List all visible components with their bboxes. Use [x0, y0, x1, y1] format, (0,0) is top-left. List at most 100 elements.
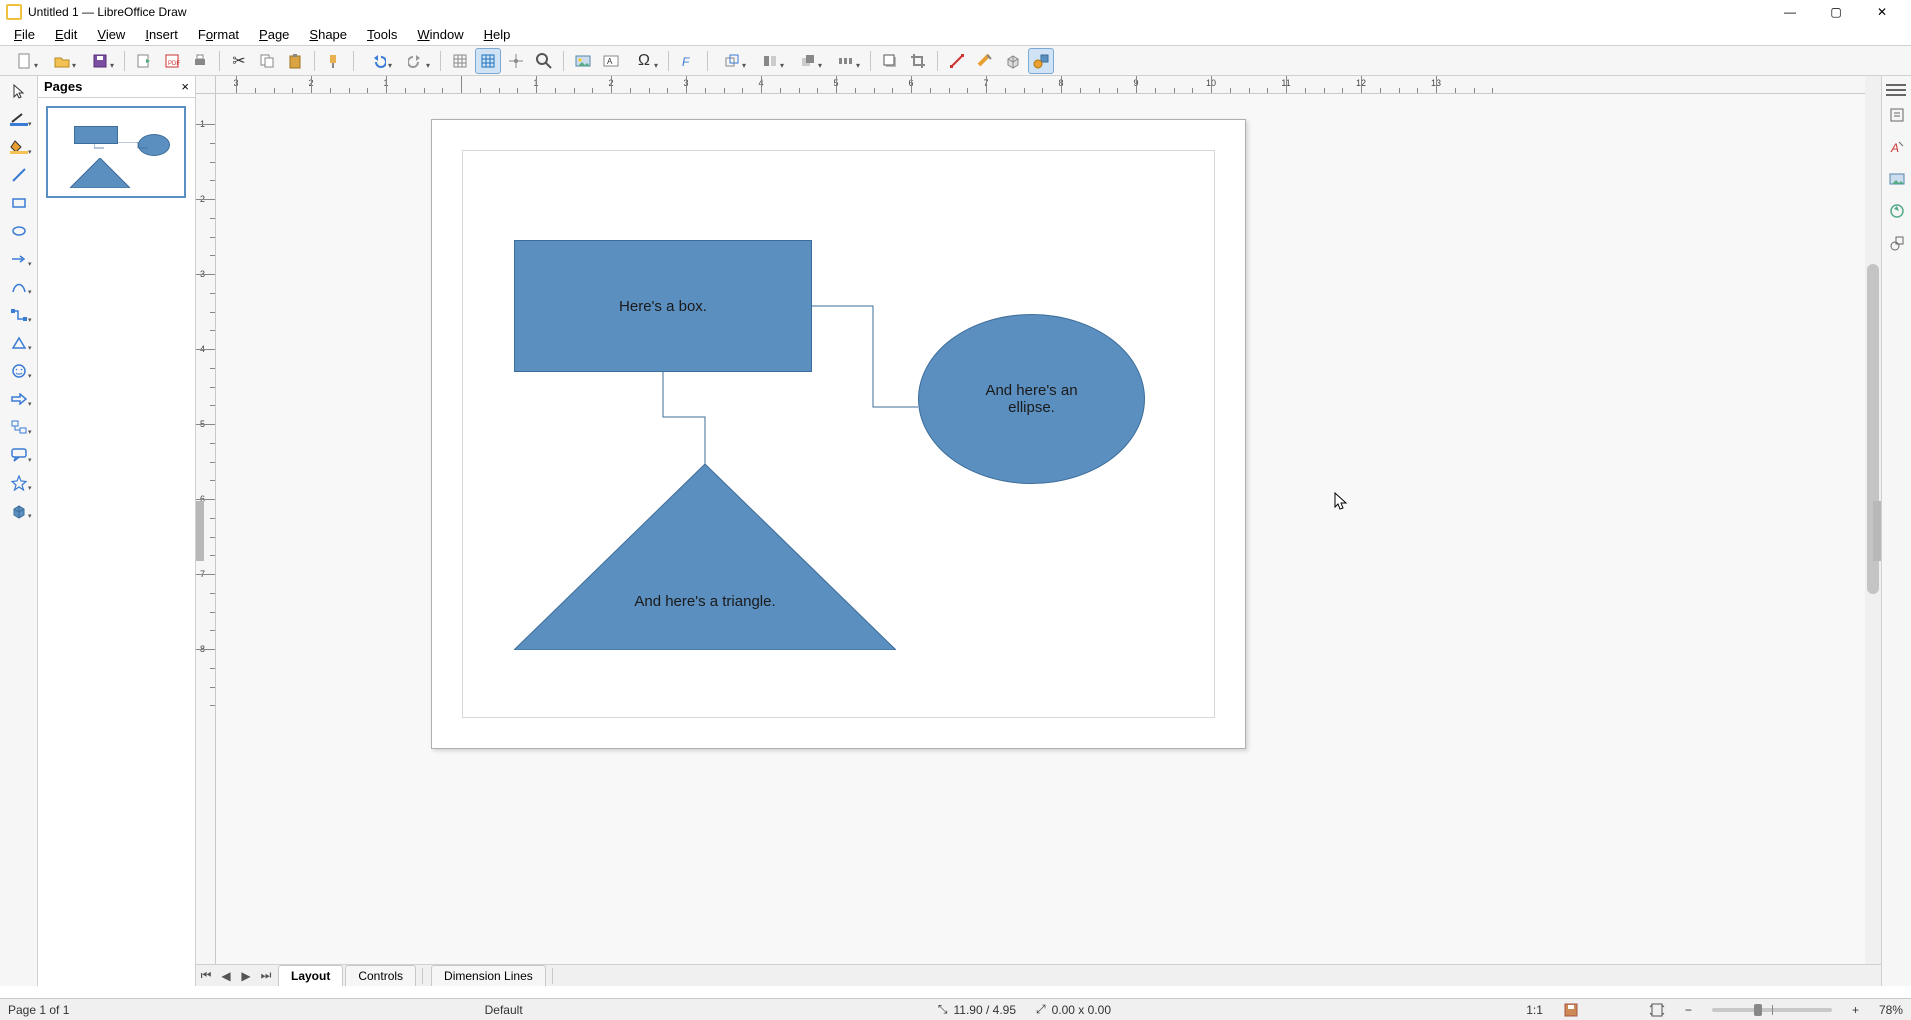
select-tool[interactable]: [4, 80, 34, 102]
page-viewport[interactable]: Here's a box. And here's an ellipse. And…: [216, 94, 1865, 970]
window-title: Untitled 1 — LibreOffice Draw: [28, 5, 187, 19]
zoom-slider[interactable]: [1712, 1008, 1832, 1012]
position-icon: ⤡: [938, 1002, 948, 1017]
sidebar-properties-icon[interactable]: [1886, 104, 1908, 126]
right-splitter-grip[interactable]: [1873, 501, 1881, 561]
rectangle-tool[interactable]: [4, 192, 34, 214]
menu-edit[interactable]: Edit: [47, 25, 85, 44]
pages-panel-close-icon[interactable]: ×: [181, 79, 189, 94]
minimize-button[interactable]: —: [1767, 0, 1813, 24]
ellipse-tool[interactable]: [4, 220, 34, 242]
fit-page-icon[interactable]: [1649, 1002, 1665, 1018]
fill-color-tool[interactable]: [4, 136, 34, 158]
page-thumbnail-1[interactable]: 1: [46, 106, 187, 198]
basic-shapes-tool[interactable]: [4, 332, 34, 354]
sidebar-gallery-icon[interactable]: [1886, 168, 1908, 190]
tab-nav-first[interactable]: ⏮: [196, 966, 216, 986]
fontwork-button[interactable]: F: [675, 48, 701, 74]
shape-triangle[interactable]: And here's a triangle.: [514, 464, 896, 650]
insert-image-button[interactable]: [570, 48, 596, 74]
arrow-tool[interactable]: [4, 248, 34, 270]
gluepoints-button[interactable]: [972, 48, 998, 74]
insert-special-char-button[interactable]: Ω: [626, 48, 662, 74]
tab-layout[interactable]: Layout: [278, 965, 343, 986]
open-button[interactable]: [44, 48, 80, 74]
menu-view[interactable]: View: [89, 25, 133, 44]
crop-button[interactable]: [905, 48, 931, 74]
save-button[interactable]: [82, 48, 118, 74]
tab-nav-next[interactable]: ▶: [236, 966, 256, 986]
paste-button[interactable]: [282, 48, 308, 74]
maximize-button[interactable]: ▢: [1813, 0, 1859, 24]
grid-button[interactable]: [447, 48, 473, 74]
new-button[interactable]: [6, 48, 42, 74]
print-button[interactable]: [187, 48, 213, 74]
sidebar-navigator-icon[interactable]: [1886, 200, 1908, 222]
menu-insert[interactable]: Insert: [137, 25, 186, 44]
pages-panel-title: Pages: [44, 79, 82, 94]
shape-rectangle-text: Here's a box.: [619, 298, 707, 315]
sidebar-settings-icon[interactable]: [1886, 82, 1906, 98]
connector-tool[interactable]: [4, 304, 34, 326]
status-style[interactable]: Default: [485, 1003, 523, 1017]
draw-functions-button[interactable]: [1028, 48, 1054, 74]
edit-points-button[interactable]: [944, 48, 970, 74]
menu-format[interactable]: Format: [190, 25, 247, 44]
transform-button[interactable]: [714, 48, 750, 74]
menu-window[interactable]: Window: [409, 25, 471, 44]
tab-nav-prev[interactable]: ◀: [216, 966, 236, 986]
callout-tool[interactable]: [4, 444, 34, 466]
extrusion-button[interactable]: [1000, 48, 1026, 74]
shadow-button[interactable]: [877, 48, 903, 74]
status-page[interactable]: Page 1 of 1: [8, 1003, 69, 1017]
sidebar-styles-icon[interactable]: A: [1886, 136, 1908, 158]
snap-grid-button[interactable]: [475, 48, 501, 74]
copy-button[interactable]: [254, 48, 280, 74]
shape-ellipse[interactable]: And here's an ellipse.: [918, 314, 1145, 484]
status-size: ⤢ 0.00 x 0.00: [1036, 1002, 1111, 1017]
ruler-corner: [196, 76, 216, 94]
line-tool[interactable]: [4, 164, 34, 186]
status-save-icon[interactable]: [1563, 1002, 1579, 1018]
zoom-button[interactable]: [531, 48, 557, 74]
tab-nav-last[interactable]: ⏭: [256, 966, 276, 986]
clone-format-button[interactable]: [321, 48, 347, 74]
horizontal-ruler[interactable]: 32112345678910111213: [216, 76, 1865, 94]
export-button[interactable]: [131, 48, 157, 74]
flowchart-tool[interactable]: [4, 416, 34, 438]
line-color-tool[interactable]: [4, 108, 34, 130]
tab-controls[interactable]: Controls: [345, 965, 416, 986]
3d-objects-tool[interactable]: [4, 500, 34, 522]
align-button[interactable]: [752, 48, 788, 74]
left-splitter-grip[interactable]: [196, 501, 204, 561]
sidebar-shapes-icon[interactable]: [1886, 232, 1908, 254]
shape-rectangle[interactable]: Here's a box.: [514, 240, 812, 372]
helplines-button[interactable]: [503, 48, 529, 74]
menu-help[interactable]: Help: [476, 25, 519, 44]
cut-button[interactable]: ✂: [226, 48, 252, 74]
redo-button[interactable]: [398, 48, 434, 74]
zoom-in-button[interactable]: +: [1852, 1003, 1859, 1017]
title-bar: Untitled 1 — LibreOffice Draw — ▢ ✕: [0, 0, 1911, 24]
stars-tool[interactable]: [4, 472, 34, 494]
arrange-button[interactable]: [790, 48, 826, 74]
zoom-out-button[interactable]: −: [1685, 1003, 1692, 1017]
status-scale[interactable]: 1:1: [1526, 1003, 1543, 1017]
shape-ellipse-text: And here's an ellipse.: [985, 382, 1077, 416]
zoom-percent[interactable]: 78%: [1879, 1003, 1903, 1017]
insert-textbox-button[interactable]: A: [598, 48, 624, 74]
distribute-button[interactable]: [828, 48, 864, 74]
symbol-shapes-tool[interactable]: [4, 360, 34, 382]
menu-shape[interactable]: Shape: [301, 25, 355, 44]
menu-page[interactable]: Page: [251, 25, 297, 44]
drawing-page[interactable]: Here's a box. And here's an ellipse. And…: [431, 119, 1246, 749]
undo-button[interactable]: [360, 48, 396, 74]
menu-tools[interactable]: Tools: [359, 25, 405, 44]
export-pdf-button[interactable]: PDF: [159, 48, 185, 74]
curve-tool[interactable]: [4, 276, 34, 298]
close-button[interactable]: ✕: [1859, 0, 1905, 24]
block-arrows-tool[interactable]: [4, 388, 34, 410]
menu-file[interactable]: File: [6, 25, 43, 44]
size-icon: ⤢: [1036, 1002, 1046, 1017]
tab-dimension-lines[interactable]: Dimension Lines: [431, 965, 546, 986]
